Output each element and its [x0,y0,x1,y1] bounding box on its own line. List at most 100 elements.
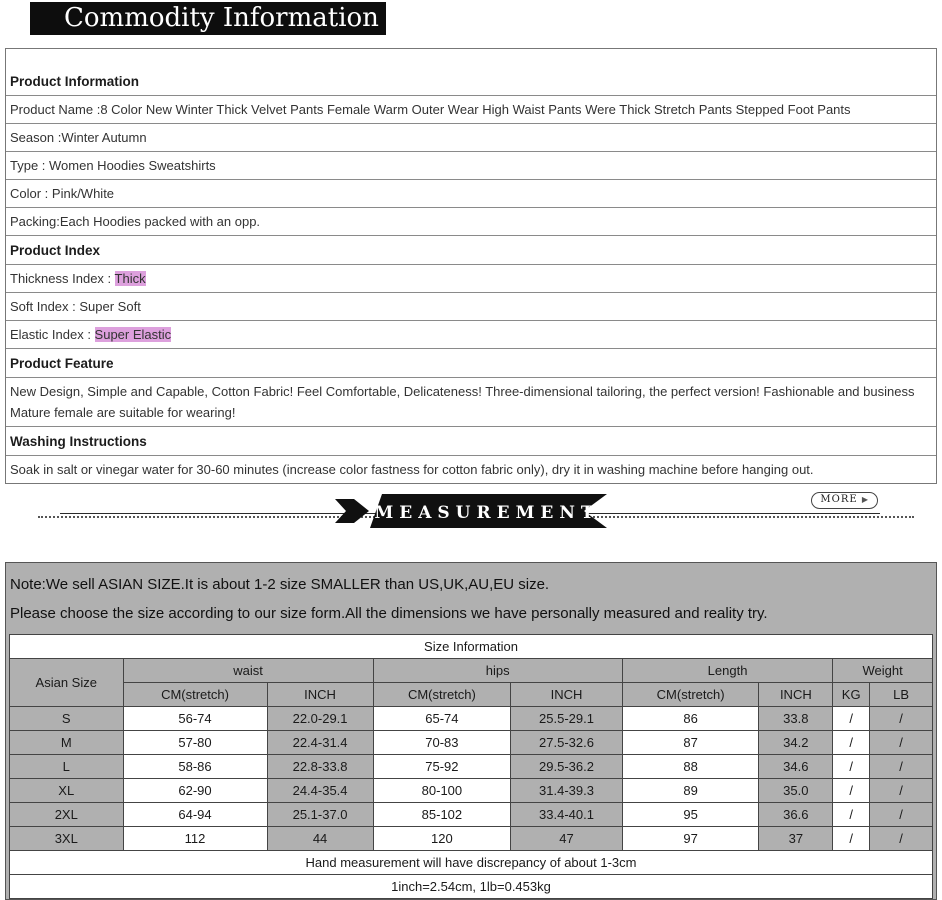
field-text: Color : Pink/White [10,186,115,201]
sub-header-waist-cm: CM(stretch) [122,682,268,707]
size-value-cell: 36.6 [758,802,834,827]
size-value-cell: / [869,754,933,779]
size-value-cell: 34.2 [758,730,834,755]
field-text: Washing Instructions [10,434,147,449]
field-text: Season :Winter Autumn [10,130,147,145]
product-section-header: Product Feature [6,349,936,378]
size-table-row: M 57-80 22.4-31.4 70-83 27.5-32.6 87 34.2// [9,730,933,755]
field-text: Product Name :8 Color New Winter Thick V… [10,102,851,117]
size-value-cell: 64-94 [122,802,268,827]
size-value-cell: 25.1-37.0 [266,802,374,827]
size-note-1: Note:We sell ASIAN SIZE.It is about 1-2 … [10,576,550,593]
more-button-label: MORE [820,494,858,505]
ribbon-left-arrow-icon [335,499,369,523]
measurement-divider: MORE ▶ MEASUREMENT [0,484,942,562]
size-value-cell: 22.0-29.1 [266,706,374,731]
col-header-length: Length [621,658,834,683]
size-note-2: Please choose the size according to our … [10,605,768,622]
field-text: Product Information [10,74,139,89]
size-value-cell: 25.5-29.1 [510,706,623,731]
size-value-cell: 87 [621,730,760,755]
highlighted-value: Thick [114,271,146,286]
product-field-row: Season :Winter Autumn [6,124,936,152]
more-button[interactable]: MORE ▶ [811,492,878,509]
field-text: Type : Women Hoodies Sweatshirts [10,158,216,173]
size-value-cell: 35.0 [758,778,834,803]
size-value-cell: 65-74 [372,706,512,731]
sub-header-waist-inch: INCH [266,682,374,707]
size-label-cell: L [9,754,124,779]
size-value-cell: 34.6 [758,754,834,779]
product-field-row: New Design, Simple and Capable, Cotton F… [6,378,936,427]
size-value-cell: 22.8-33.8 [266,754,374,779]
size-value-cell: 97 [621,826,760,851]
size-table-row: L 58-86 22.8-33.8 75-92 29.5-36.2 88 34.6// [9,754,933,779]
size-value-cell: 29.5-36.2 [510,754,623,779]
size-table-row: XL 62-90 24.4-35.4 80-100 31.4-39.3 89 35.0// [9,778,933,803]
measurement-label: MEASUREMENT [374,503,599,523]
size-value-cell: 57-80 [122,730,268,755]
product-field-row: Color : Pink/White [6,180,936,208]
size-table-row: S 56-74 22.0-29.1 65-74 25.5-29.1 86 33.8// [9,706,933,731]
size-value-cell: 70-83 [372,730,512,755]
product-field-row: Type : Women Hoodies Sweatshirts [6,152,936,180]
sub-header-length-cm: CM(stretch) [621,682,760,707]
measurement-ribbon: MEASUREMENT [335,494,607,528]
col-header-waist: waist [122,658,374,683]
size-value-cell: / [869,826,933,851]
sub-header-hips-cm: CM(stretch) [372,682,512,707]
size-value-cell: / [832,778,871,803]
product-field-row: Packing:Each Hoodies packed with an opp. [6,208,936,236]
size-value-cell: / [869,802,933,827]
size-value-cell: / [869,778,933,803]
size-table-row: 3XL 112 44 120 47 97 37// [9,826,933,851]
page-title-banner: Commodity Information [30,2,386,35]
field-text: Soak in salt or vinegar water for 30-60 … [10,462,814,477]
size-value-cell: / [869,706,933,731]
field-text: Thickness Index : [10,271,115,286]
product-info-table: Product Information Product Name :8 Color… [5,48,937,484]
size-value-cell: 88 [621,754,760,779]
page-title: Commodity Information [64,3,379,33]
product-section-header: Product Information [6,49,936,96]
product-field-row: Elastic Index : Super Elastic [6,321,936,349]
size-value-cell: / [832,754,871,779]
size-value-cell: 56-74 [122,706,268,731]
size-value-cell: 62-90 [122,778,268,803]
size-value-cell: / [832,730,871,755]
size-label-cell: S [9,706,124,731]
size-value-cell: 58-86 [122,754,268,779]
field-text: Product Feature [10,356,114,371]
size-value-cell: 22.4-31.4 [266,730,374,755]
size-footnote-2: 1inch=2.54cm, 1lb=0.453kg [9,874,933,899]
size-value-cell: 89 [621,778,760,803]
size-value-cell: 112 [122,826,268,851]
sub-header-lb: LB [869,682,933,707]
sub-header-length-inch: INCH [758,682,834,707]
size-value-cell: 31.4-39.3 [510,778,623,803]
product-field-row: Soak in salt or vinegar water for 30-60 … [6,456,936,483]
size-value-cell: 37 [758,826,834,851]
field-text: Elastic Index : [10,327,95,342]
size-label-cell: 3XL [9,826,124,851]
size-value-cell: 86 [621,706,760,731]
sub-header-kg: KG [832,682,871,707]
size-value-cell: 85-102 [372,802,512,827]
size-value-cell: / [832,802,871,827]
size-value-cell: 75-92 [372,754,512,779]
size-label-cell: XL [9,778,124,803]
size-value-cell: 44 [266,826,374,851]
sub-header-hips-inch: INCH [510,682,623,707]
size-value-cell: 47 [510,826,623,851]
product-field-row: Thickness Index : Thick [6,265,936,293]
size-table-row: 2XL 64-94 25.1-37.0 85-102 33.4-40.1 95 36.6// [9,802,933,827]
size-value-cell: 24.4-35.4 [266,778,374,803]
product-field-row: Product Name :8 Color New Winter Thick V… [6,96,936,124]
size-value-cell: / [832,826,871,851]
size-value-cell: 33.8 [758,706,834,731]
product-field-row: Soft Index : Super Soft [6,293,936,321]
highlighted-value: Super Elastic [94,327,172,342]
more-arrow-icon: ▶ [861,495,869,504]
size-value-cell: 27.5-32.6 [510,730,623,755]
product-section-header: Washing Instructions [6,427,936,456]
